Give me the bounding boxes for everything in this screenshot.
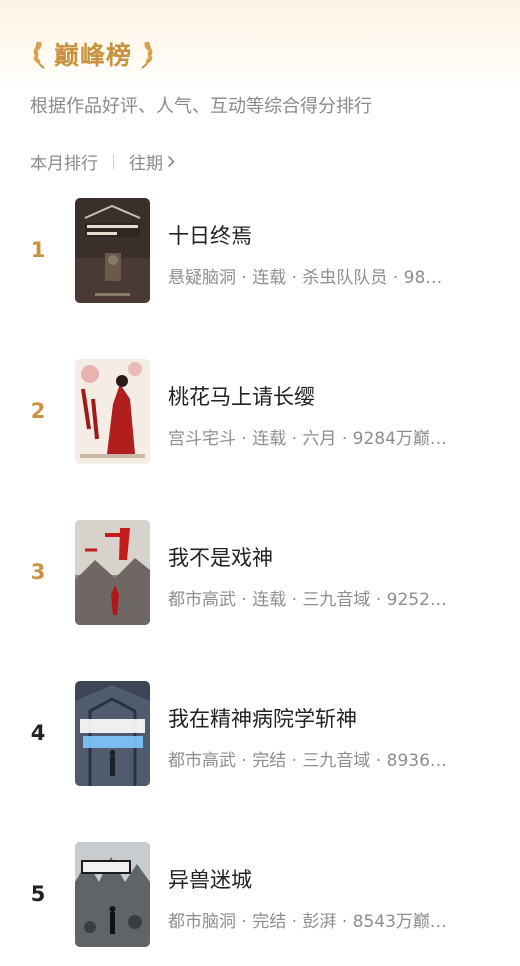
- page-header: 巅峰榜: [30, 34, 156, 74]
- page-subtitle: 根据作品好评、人气、互动等综合得分排行: [30, 96, 372, 117]
- book-title: 桃花马上请长缨: [168, 385, 315, 409]
- book-meta: 都市高武 · 连载 · 三九音域 · 9252…: [168, 590, 447, 610]
- tab-current-month[interactable]: 本月排行: [30, 149, 98, 174]
- book-item[interactable]: 3 我不是戏神 都市高武 · 连载 · 三九音域 · 9252…: [0, 512, 520, 673]
- book-item[interactable]: 5 异兽迷城 都市脑洞 · 完结 · 彭湃 · 8543万巅…: [0, 834, 520, 966]
- book-cover[interactable]: [75, 359, 150, 464]
- book-cover[interactable]: [75, 681, 150, 786]
- ranking-page: 巅峰榜 根据作品好评、人气、互动等综合得分排行 本月排行 往期 1 十日终焉 悬…: [0, 0, 520, 966]
- tab-divider: [113, 153, 114, 169]
- tab-history[interactable]: 往期: [129, 149, 175, 174]
- book-cover[interactable]: [75, 842, 150, 947]
- tab-history-label: 往期: [129, 153, 163, 174]
- book-item[interactable]: 1 十日终焉 悬疑脑洞 · 连载 · 杀虫队队员 · 98…: [0, 190, 520, 351]
- rank-number: 5: [30, 882, 46, 906]
- book-title: 我在精神病院学斩神: [168, 707, 357, 731]
- book-item[interactable]: 2 桃花马上请长缨 宫斗宅斗 · 连载 · 六月 · 9284万巅…: [0, 351, 520, 512]
- book-title: 十日终焉: [168, 224, 252, 248]
- book-meta: 都市脑洞 · 完结 · 彭湃 · 8543万巅…: [168, 912, 447, 932]
- book-list: 1 十日终焉 悬疑脑洞 · 连载 · 杀虫队队员 · 98… 2 桃花马上请长缨…: [0, 190, 520, 966]
- book-meta: 都市高武 · 完结 · 三九音域 · 8936…: [168, 751, 447, 771]
- rank-number: 4: [30, 721, 46, 745]
- rank-number: 2: [30, 399, 46, 423]
- page-title: 巅峰榜: [54, 41, 133, 70]
- book-cover[interactable]: [75, 520, 150, 625]
- period-tabs: 本月排行 往期: [30, 148, 175, 174]
- rank-number: 3: [30, 560, 46, 584]
- book-title: 异兽迷城: [168, 868, 252, 892]
- book-item[interactable]: 4 我在精神病院学斩神 都市高武 · 完结 · 三九音域 · 8936…: [0, 673, 520, 834]
- book-meta: 悬疑脑洞 · 连载 · 杀虫队队员 · 98…: [168, 268, 443, 288]
- book-title: 我不是戏神: [168, 546, 273, 570]
- rank-number: 1: [30, 238, 46, 262]
- book-meta: 宫斗宅斗 · 连载 · 六月 · 9284万巅…: [168, 429, 447, 449]
- laurel-right-icon: [141, 41, 153, 69]
- laurel-left-icon: [33, 41, 45, 69]
- book-cover[interactable]: [75, 198, 150, 303]
- chevron-right-icon: [167, 155, 175, 167]
